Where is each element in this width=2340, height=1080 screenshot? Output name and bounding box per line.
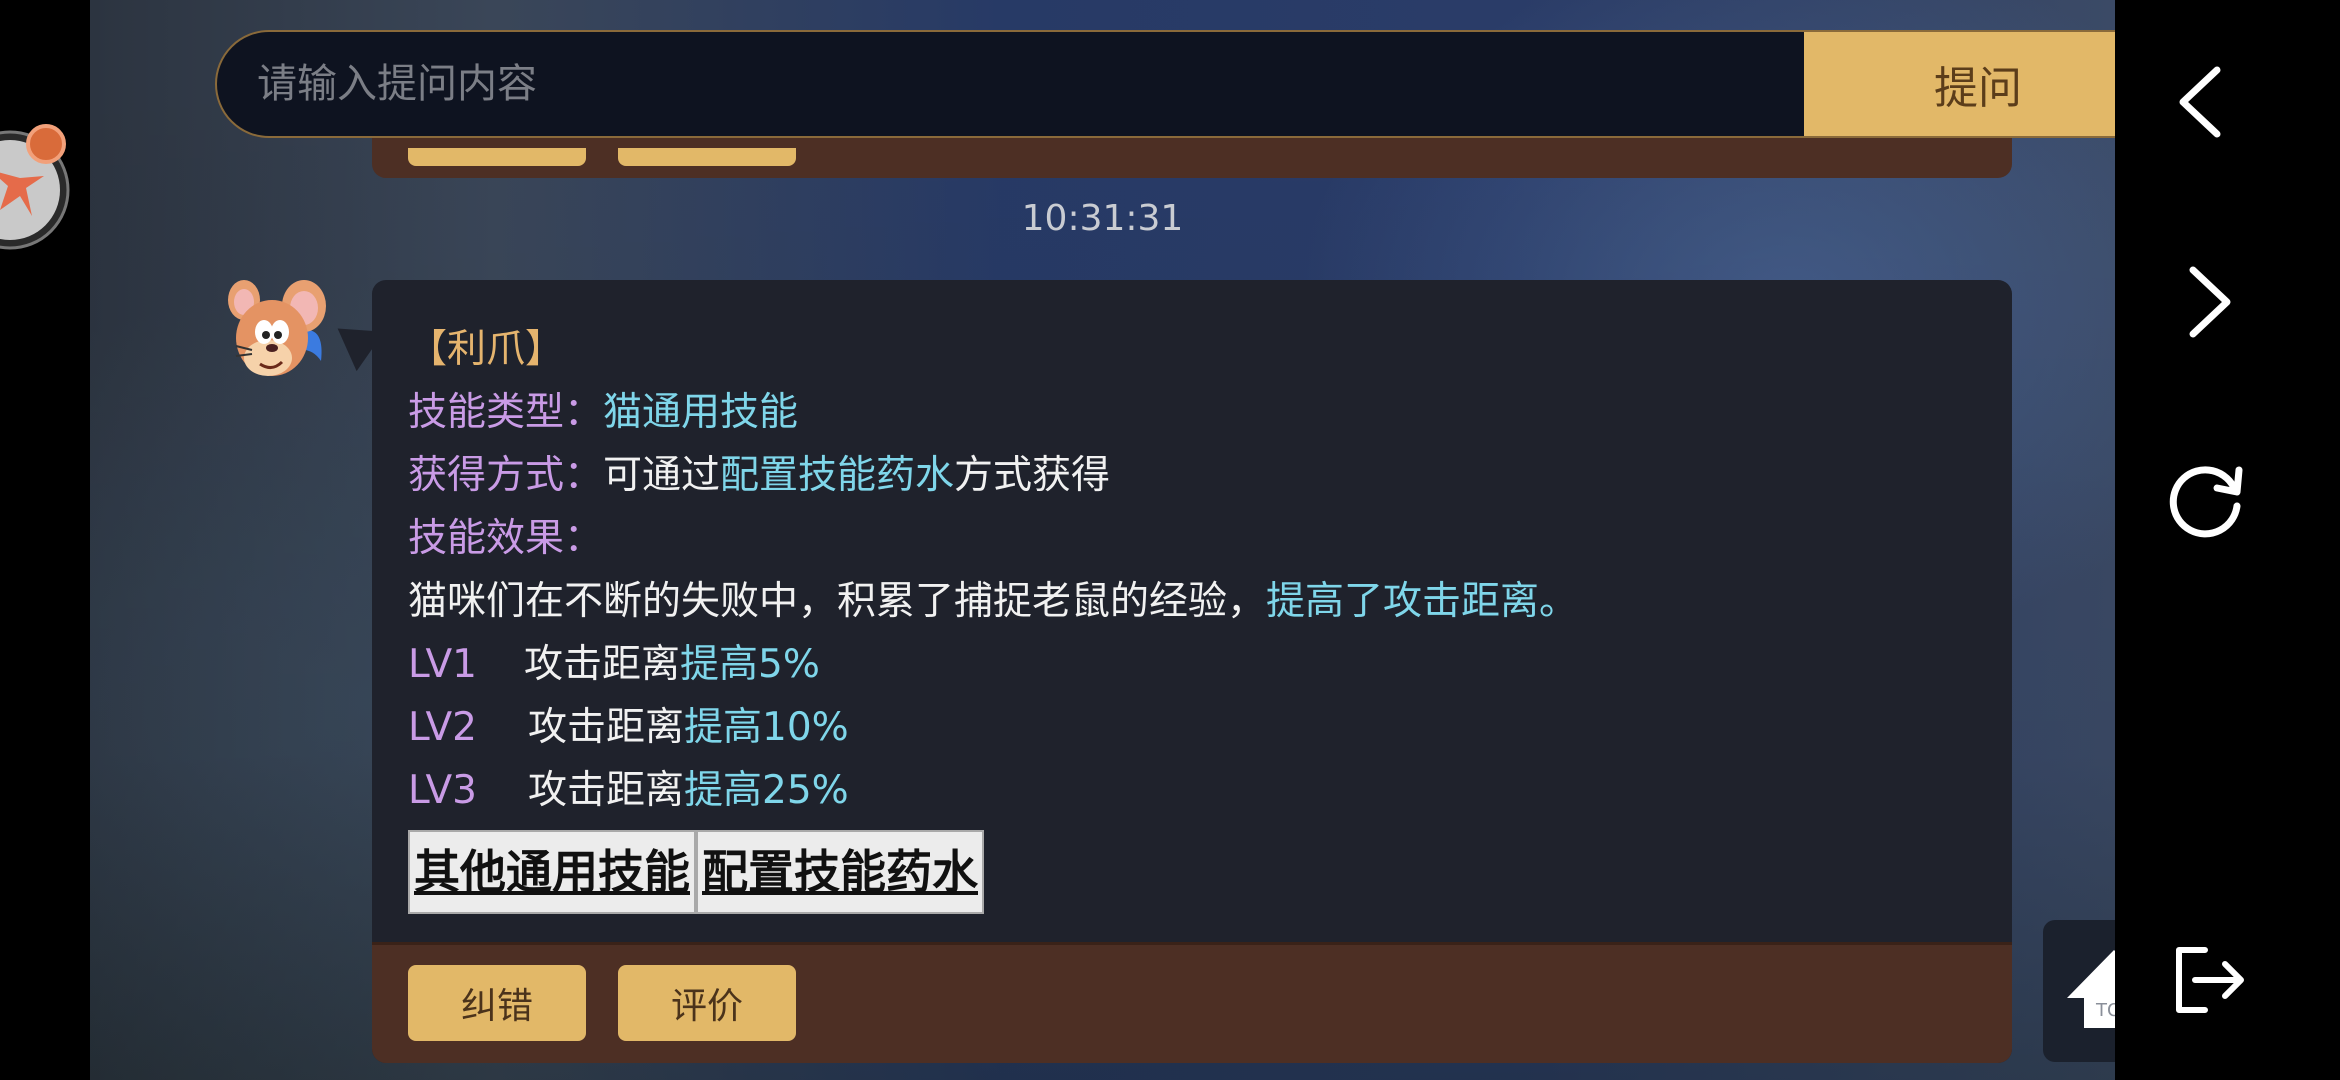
- level-label: LV1: [408, 642, 477, 687]
- obtain-label: 获得方式：: [408, 453, 604, 498]
- obtain-suffix: 方式获得: [954, 453, 1111, 498]
- exit-icon[interactable]: [2155, 930, 2255, 1030]
- level-value: 提高5%: [680, 642, 820, 687]
- top-label: TOP: [2095, 1000, 2115, 1021]
- refresh-icon[interactable]: [2155, 450, 2255, 550]
- effect-description: 猫咪们在不断的失败中，积累了捕捉老鼠的经验，: [408, 579, 1267, 624]
- search-bar: 提问: [215, 30, 2115, 138]
- obtain-link[interactable]: 配置技能药水: [720, 453, 954, 498]
- scroll-top-button[interactable]: TOP: [2043, 920, 2115, 1062]
- skill-type-label: 技能类型：: [408, 390, 604, 435]
- effect-label: 技能效果：: [408, 516, 604, 561]
- navigation-bar: [2115, 0, 2340, 1080]
- level-text: 攻击距离: [528, 705, 685, 750]
- level-row: LV1 攻击距离提高5%: [408, 633, 1976, 696]
- correct-error-button[interactable]: 纠错: [408, 965, 586, 1041]
- level-value: 提高10%: [684, 705, 849, 750]
- answer-card-footer: 纠错 评价: [372, 942, 2012, 1063]
- level-text: 攻击距离: [528, 768, 685, 813]
- level-row: LV3 攻击距离提高25%: [408, 759, 1976, 822]
- skill-type-value: 猫通用技能: [603, 390, 799, 435]
- message-timestamp: 10:31:31: [1021, 198, 1184, 239]
- level-value: 提高25%: [684, 768, 849, 813]
- level-text: 攻击距离: [524, 642, 681, 687]
- other-common-skills-link[interactable]: 其他通用技能: [408, 830, 696, 914]
- floating-assistant-icon[interactable]: [0, 120, 70, 260]
- answer-body: 【利爪】 技能类型：猫通用技能 获得方式：可通过配置技能药水方式获得 技能效果：…: [408, 318, 1976, 914]
- level-label: LV2: [408, 705, 477, 750]
- forward-icon[interactable]: [2155, 250, 2255, 350]
- configure-skill-potion-link[interactable]: 配置技能药水: [696, 830, 984, 914]
- answer-card: 【利爪】 技能类型：猫通用技能 获得方式：可通过配置技能药水方式获得 技能效果：…: [372, 280, 2012, 1063]
- ask-button[interactable]: 提问: [1804, 32, 2115, 136]
- level-row: LV2 攻击距离提高10%: [408, 696, 1976, 759]
- related-links: 其他通用技能 配置技能药水: [408, 830, 1976, 914]
- question-input[interactable]: [217, 32, 1804, 136]
- effect-highlight: 提高了攻击距离。: [1266, 579, 1579, 624]
- previous-rate-button[interactable]: [618, 148, 796, 166]
- jerry-avatar-icon: [216, 276, 328, 388]
- obtain-prefix: 可通过: [603, 453, 721, 498]
- back-icon[interactable]: [2155, 50, 2255, 150]
- skill-title: 【利爪】: [408, 327, 565, 372]
- game-background: 提问 10:31:31 【利爪】 技能类型：猫通用技能: [90, 0, 2115, 1080]
- level-label: LV3: [408, 768, 477, 813]
- previous-correct-button[interactable]: [408, 148, 586, 166]
- rate-button[interactable]: 评价: [618, 965, 796, 1041]
